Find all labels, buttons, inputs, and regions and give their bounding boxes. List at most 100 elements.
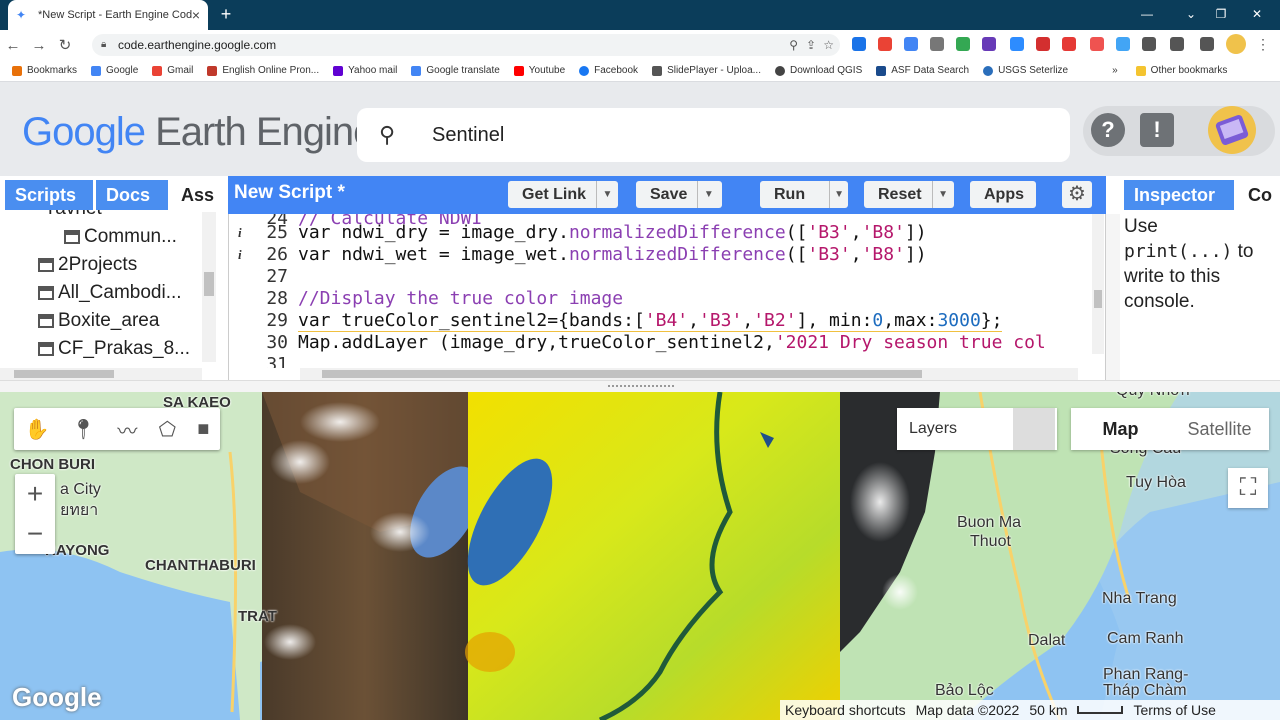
editor-vertical-scrollbar[interactable] — [1092, 214, 1104, 354]
mail-extension-icon[interactable] — [930, 37, 944, 51]
earth-engine-favicon-icon: ✦ — [16, 8, 27, 22]
bookmark-item[interactable]: ASF Data Search — [876, 65, 969, 76]
tree-item[interactable]: Boxite_area — [38, 310, 159, 332]
pin-extension-icon[interactable] — [1062, 37, 1076, 51]
play-extension-icon[interactable] — [1116, 37, 1130, 51]
more-bookmarks-button[interactable]: » — [1112, 65, 1118, 76]
get-link-button[interactable]: Get Link ▼ — [508, 181, 618, 208]
screen-extension-icon[interactable] — [1090, 37, 1104, 51]
back-icon[interactable]: ← — [0, 37, 26, 54]
left-horizontal-scrollbar[interactable] — [0, 368, 202, 380]
bookmark-item[interactable]: SlidePlayer - Uploa... — [652, 65, 761, 76]
chevron-down-icon[interactable]: ▼ — [931, 181, 954, 208]
lock-icon: 🔒︎ — [101, 39, 107, 50]
bookmark-item[interactable]: Google translate — [411, 65, 500, 76]
bookmark-item[interactable]: Gmail — [152, 65, 193, 76]
map-type-satellite-button[interactable]: Satellite — [1170, 408, 1269, 450]
close-tab-icon[interactable]: × — [192, 7, 200, 23]
search-input[interactable]: ⚲ Sentinel — [357, 108, 1070, 162]
scale-text[interactable]: 50 km — [1029, 702, 1067, 718]
tab-inspector[interactable]: Inspector — [1124, 180, 1234, 210]
bookmark-item[interactable]: Facebook — [579, 65, 638, 76]
browser-tab[interactable]: ✦ *New Script - Earth Engine Code × — [8, 0, 208, 30]
bookmark-item[interactable]: Download QGIS — [775, 65, 862, 76]
forward-icon[interactable]: → — [26, 37, 52, 54]
puzzle-icon[interactable] — [1142, 37, 1156, 51]
left-scrollbar[interactable] — [202, 212, 216, 362]
keyboard-shortcuts-link[interactable]: Keyboard shortcuts — [785, 702, 906, 718]
reload-icon[interactable]: ↻ — [52, 36, 78, 54]
profile-avatar-icon[interactable] — [1226, 34, 1246, 54]
url-text: code.earthengine.google.com — [118, 38, 277, 52]
line-number: 27 — [266, 266, 288, 287]
map-type-map-button[interactable]: Map — [1071, 408, 1170, 450]
line-icon[interactable]: 〰 — [117, 415, 137, 444]
asf-icon — [876, 65, 887, 76]
bookmark-item[interactable]: Youtube — [513, 65, 565, 76]
avatar[interactable] — [1208, 106, 1256, 154]
chevron-down-icon[interactable]: ▼ — [697, 181, 719, 208]
zoom-out-button[interactable]: − — [15, 514, 55, 554]
map-splitter[interactable] — [0, 380, 1280, 392]
chevron-down-icon[interactable]: ▼ — [829, 181, 848, 208]
tab-scripts[interactable]: Scripts — [5, 180, 93, 210]
restore-icon[interactable]: ❐ — [1210, 4, 1232, 24]
polygon-icon[interactable]: ⬠ — [159, 417, 176, 442]
chevron-down-icon[interactable]: ⌄ — [1180, 4, 1202, 24]
tab-docs[interactable]: Docs — [96, 180, 168, 210]
rectangle-icon[interactable]: ■ — [197, 418, 209, 441]
extension-icon[interactable] — [852, 37, 866, 51]
map-label: a City — [60, 481, 101, 498]
feedback-icon[interactable]: ! — [1140, 113, 1174, 147]
bookmark-item[interactable]: USGS Seterlize — [983, 65, 1068, 76]
run-button[interactable]: Run ▼ — [760, 181, 848, 208]
download-icon[interactable] — [1170, 37, 1184, 51]
help-icon[interactable]: ? — [1091, 113, 1125, 147]
drive-extension-icon[interactable] — [956, 37, 970, 51]
save-button[interactable]: Save ▼ — [636, 181, 722, 208]
gmail-extension-icon[interactable] — [878, 37, 892, 51]
bookmark-item[interactable]: Bookmarks — [12, 65, 77, 76]
layers-toggle-icon[interactable] — [1013, 408, 1055, 450]
sidepanel-icon[interactable] — [1200, 37, 1214, 51]
slideplayer-icon — [652, 65, 663, 76]
minimize-icon[interactable]: — — [1136, 4, 1158, 24]
reset-button[interactable]: Reset ▼ — [864, 181, 954, 208]
panel-splitter[interactable] — [1106, 214, 1120, 382]
bookmark-item[interactable]: English Online Pron... — [207, 65, 319, 76]
layers-control[interactable]: Layers — [897, 408, 1057, 450]
tree-item[interactable]: All_Cambodi... — [38, 282, 182, 304]
fullscreen-icon[interactable]: ⛶ — [1228, 468, 1268, 508]
map-label: Nha Trang — [1102, 590, 1177, 607]
tree-item[interactable]: Yavnet — [44, 210, 102, 220]
share-icon[interactable]: ⇪ — [806, 34, 816, 56]
hand-icon[interactable]: ✋ — [25, 417, 50, 442]
bookmark-item[interactable]: Google — [91, 65, 138, 76]
address-bar[interactable]: 🔒︎ code.earthengine.google.com ⚲ ⇪ ☆ — [92, 34, 840, 56]
editor-horizontal-scrollbar[interactable] — [300, 368, 1078, 380]
settings-extension-icon[interactable] — [982, 37, 996, 51]
tab-assets[interactable]: Ass — [171, 180, 218, 210]
new-tab-button[interactable]: + — [216, 4, 236, 24]
marker-icon[interactable]: 📍︎ — [71, 417, 96, 442]
bookmark-item[interactable]: Yahoo mail — [333, 65, 397, 76]
terms-link[interactable]: Terms of Use — [1133, 702, 1215, 718]
tab-console[interactable]: Co — [1238, 180, 1280, 210]
other-bookmarks[interactable]: Other bookmarks — [1135, 65, 1227, 76]
translate-extension-icon[interactable] — [904, 37, 918, 51]
tree-item[interactable]: CF_Prakas_8... — [38, 338, 190, 360]
zoom-in-button[interactable]: + — [15, 474, 55, 514]
close-window-icon[interactable]: ✕ — [1246, 4, 1268, 24]
gear-icon[interactable]: ⚙ — [1062, 181, 1092, 208]
zoom-icon[interactable]: ⚲ — [789, 34, 798, 56]
code-area[interactable]: 24 // Calculate NDWI i 25 var ndwi_dry =… — [228, 214, 1094, 368]
table-icon — [38, 342, 54, 356]
bookmark-star-icon[interactable]: ☆ — [823, 34, 834, 56]
menu-dots-icon[interactable]: ⋮ — [1256, 37, 1270, 51]
tree-item[interactable]: Commun... — [64, 226, 177, 248]
record-extension-icon[interactable] — [1036, 37, 1050, 51]
zoom-extension-icon[interactable] — [1010, 37, 1024, 51]
tree-item[interactable]: 2Projects — [38, 254, 137, 276]
chevron-down-icon[interactable]: ▼ — [596, 181, 618, 208]
apps-button[interactable]: Apps — [970, 181, 1036, 208]
